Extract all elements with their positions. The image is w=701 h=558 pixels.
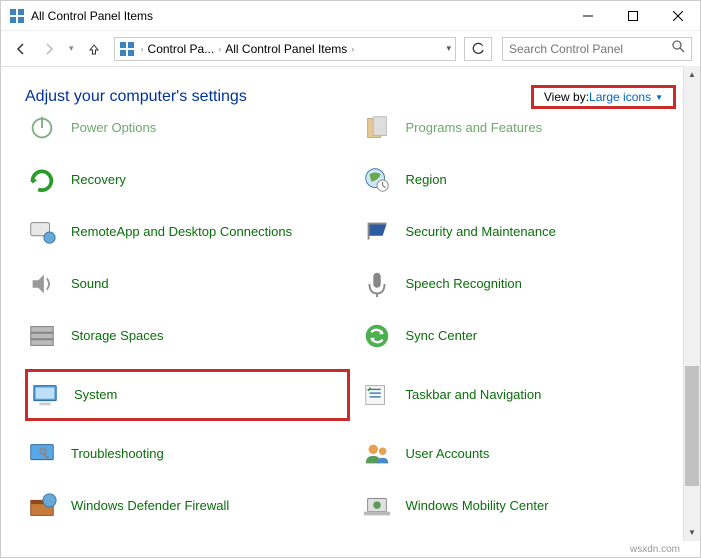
item-label: Power Options (71, 120, 156, 136)
address-bar[interactable]: › Control Pa... › All Control Panel Item… (114, 37, 456, 61)
watermark: wsxdn.com (630, 544, 680, 555)
content-area: Power Options Programs and Features Reco… (1, 115, 700, 545)
scroll-down-icon[interactable]: ▼ (684, 524, 700, 541)
region-icon (360, 163, 394, 197)
up-button[interactable] (82, 37, 106, 61)
header-row: Adjust your computer's settings View by:… (1, 67, 700, 115)
window-title: All Control Panel Items (31, 9, 565, 23)
chevron-down-icon[interactable]: ▼ (655, 93, 663, 102)
item-label: Recovery (71, 172, 126, 188)
item-power-options[interactable]: Power Options (25, 115, 350, 147)
vertical-scrollbar[interactable]: ▲ ▼ (683, 66, 700, 541)
maximize-button[interactable] (610, 1, 655, 31)
recovery-icon (25, 163, 59, 197)
mobility-icon (360, 489, 394, 523)
item-label: Sync Center (406, 328, 478, 344)
view-by-selector[interactable]: View by: Large icons ▼ (531, 85, 676, 109)
item-label: Security and Maintenance (406, 224, 556, 240)
control-panel-icon (9, 8, 25, 24)
taskbar-icon (360, 378, 394, 412)
history-dropdown-icon[interactable]: ▾ (65, 43, 78, 54)
item-label: Speech Recognition (406, 276, 522, 292)
forward-button[interactable] (37, 37, 61, 61)
minimize-button[interactable] (565, 1, 610, 31)
page-title: Adjust your computer's settings (25, 88, 531, 106)
item-system[interactable]: System (25, 369, 350, 421)
chevron-right-icon[interactable]: › (139, 44, 146, 54)
system-icon (28, 378, 62, 412)
item-label: User Accounts (406, 446, 490, 462)
item-label: Windows Mobility Center (406, 498, 549, 514)
refresh-button[interactable] (464, 37, 492, 61)
item-label: Troubleshooting (71, 446, 164, 462)
scroll-thumb[interactable] (685, 366, 699, 486)
close-button[interactable] (655, 1, 700, 31)
item-sound[interactable]: Sound (25, 265, 350, 303)
item-remoteapp[interactable]: RemoteApp and Desktop Connections (25, 213, 350, 251)
toolbar: ▾ › Control Pa... › All Control Panel It… (1, 31, 700, 67)
window-controls (565, 1, 700, 30)
power-options-icon (25, 115, 59, 145)
item-work-folders[interactable]: Work Folders (25, 539, 350, 545)
item-troubleshooting[interactable]: Troubleshooting (25, 435, 350, 473)
item-recovery[interactable]: Recovery (25, 161, 350, 199)
search-input[interactable] (509, 42, 671, 56)
security-icon (360, 215, 394, 249)
items-grid: Power Options Programs and Features Reco… (25, 115, 684, 545)
item-mobility[interactable]: Windows Mobility Center (360, 487, 685, 525)
item-label: Taskbar and Navigation (406, 387, 542, 403)
item-label: Storage Spaces (71, 328, 164, 344)
scroll-up-icon[interactable]: ▲ (684, 66, 700, 83)
search-icon[interactable] (671, 39, 685, 58)
item-programs-features[interactable]: Programs and Features (360, 115, 685, 147)
item-label: Programs and Features (406, 120, 543, 136)
item-taskbar[interactable]: Taskbar and Navigation (360, 369, 685, 421)
programs-icon (360, 115, 394, 145)
breadcrumb-control-panel[interactable]: Control Pa... (146, 42, 217, 56)
user-accounts-icon (360, 437, 394, 471)
item-storage[interactable]: Storage Spaces (25, 317, 350, 355)
item-sync[interactable]: Sync Center (360, 317, 685, 355)
titlebar: All Control Panel Items (1, 1, 700, 31)
item-defender[interactable]: Windows Defender Firewall (25, 487, 350, 525)
troubleshooting-icon (25, 437, 59, 471)
item-region[interactable]: Region (360, 161, 685, 199)
search-box[interactable] (502, 37, 692, 61)
storage-icon (25, 319, 59, 353)
remoteapp-icon (25, 215, 59, 249)
address-cp-icon (119, 41, 135, 57)
address-dropdown-icon[interactable]: ▾ (446, 43, 451, 54)
sound-icon (25, 267, 59, 301)
defender-icon (25, 489, 59, 523)
breadcrumb-all-items[interactable]: All Control Panel Items (223, 42, 349, 56)
view-by-value[interactable]: Large icons (589, 90, 651, 104)
sync-icon (360, 319, 394, 353)
speech-icon (360, 267, 394, 301)
back-button[interactable] (9, 37, 33, 61)
item-label: Windows Defender Firewall (71, 498, 229, 514)
item-label: Region (406, 172, 447, 188)
item-security[interactable]: Security and Maintenance (360, 213, 685, 251)
item-label: Sound (71, 276, 109, 292)
work-folders-icon (25, 541, 59, 545)
item-speech[interactable]: Speech Recognition (360, 265, 685, 303)
chevron-right-icon[interactable]: › (216, 44, 223, 54)
view-by-label: View by: (544, 90, 589, 104)
item-label: System (74, 387, 117, 403)
chevron-right-icon[interactable]: › (349, 44, 356, 54)
item-user-accounts[interactable]: User Accounts (360, 435, 685, 473)
item-label: RemoteApp and Desktop Connections (71, 224, 292, 240)
